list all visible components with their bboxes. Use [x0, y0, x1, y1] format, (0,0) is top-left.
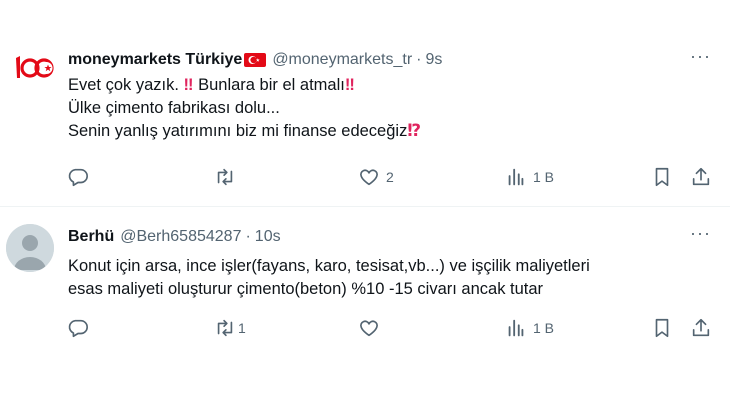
- retweet-icon: [217, 168, 233, 186]
- share-icon: [692, 167, 710, 186]
- retweet-button[interactable]: 1: [214, 317, 246, 339]
- retweet-button[interactable]: [214, 166, 242, 188]
- tweet-actions: 1 1 B: [0, 317, 730, 347]
- heart-icon: [360, 169, 378, 186]
- reply-button[interactable]: [67, 166, 95, 188]
- views-button[interactable]: 1 B: [505, 317, 554, 339]
- reply-icon: [68, 319, 88, 338]
- tweet-text: Evet çok yazık. ‼ Bunlara bir el atmalı‼…: [68, 74, 421, 143]
- more-options-icon[interactable]: ···: [690, 46, 711, 67]
- views-button[interactable]: 1 B: [505, 166, 554, 188]
- tweet-2[interactable]: Berhü @Berh65854287 · 10s ··· Konut için…: [0, 207, 730, 420]
- bookmark-button[interactable]: [651, 317, 673, 339]
- timestamp[interactable]: 10s: [255, 227, 281, 247]
- like-count: 2: [386, 169, 394, 185]
- reply-icon: [68, 168, 88, 187]
- tweet-line: Konut için arsa, ince işler(fayans, karo…: [68, 257, 590, 275]
- tweet-line: esas maliyeti oluşturur çimento(beton) %…: [68, 280, 544, 298]
- author-name[interactable]: Berhü: [68, 227, 114, 247]
- tweet-line: Evet çok yazık. ‼ Bunlara bir el atmalı‼: [68, 76, 355, 94]
- tweet-line: Senin yanlış yatırımını biz mi finanse e…: [68, 122, 422, 140]
- share-icon: [692, 318, 710, 337]
- reply-button[interactable]: [67, 317, 95, 339]
- turkey-flag-icon: [244, 53, 267, 67]
- tweet-header: moneymarkets Türkiye @moneymarkets_tr · …: [68, 50, 442, 70]
- tweet-actions: 2 1 B: [0, 166, 730, 196]
- tweet-text: Konut için arsa, ince işler(fayans, karo…: [68, 255, 590, 301]
- avatar[interactable]: [8, 44, 56, 92]
- retweet-count: 1: [238, 320, 246, 336]
- tweet-header: Berhü @Berh65854287 · 10s: [68, 227, 281, 247]
- bookmark-icon: [655, 167, 669, 187]
- share-button[interactable]: [690, 166, 712, 188]
- retweet-icon: [217, 319, 233, 337]
- interrobang-emoji: ⁉: [407, 122, 422, 140]
- like-button[interactable]: [358, 317, 386, 339]
- like-button[interactable]: 2: [358, 166, 394, 188]
- separator: ·: [245, 228, 251, 245]
- tweet-line: Ülke çimento fabrikası dolu...: [68, 99, 280, 117]
- separator: ·: [416, 51, 422, 68]
- timestamp[interactable]: 9s: [425, 50, 442, 70]
- bookmark-icon: [655, 318, 669, 338]
- avatar[interactable]: [6, 224, 54, 272]
- author-handle[interactable]: @moneymarkets_tr: [272, 50, 412, 70]
- tweet-1[interactable]: moneymarkets Türkiye @moneymarkets_tr · …: [0, 0, 730, 206]
- author-handle[interactable]: @Berh65854287: [120, 227, 241, 247]
- author-name[interactable]: moneymarkets Türkiye: [68, 50, 242, 70]
- centenary-logo-icon: [9, 45, 55, 91]
- default-avatar-icon: [6, 224, 54, 272]
- double-exclamation-emoji: ‼: [344, 76, 355, 94]
- more-options-icon[interactable]: ···: [690, 223, 711, 244]
- share-button[interactable]: [690, 317, 712, 339]
- views-count: 1 B: [533, 320, 555, 336]
- bookmark-button[interactable]: [651, 166, 673, 188]
- double-exclamation-emoji: ‼: [183, 76, 194, 94]
- analytics-icon: [508, 319, 524, 337]
- heart-icon: [360, 320, 378, 337]
- views-count: 1 B: [533, 169, 555, 185]
- analytics-icon: [508, 168, 524, 186]
